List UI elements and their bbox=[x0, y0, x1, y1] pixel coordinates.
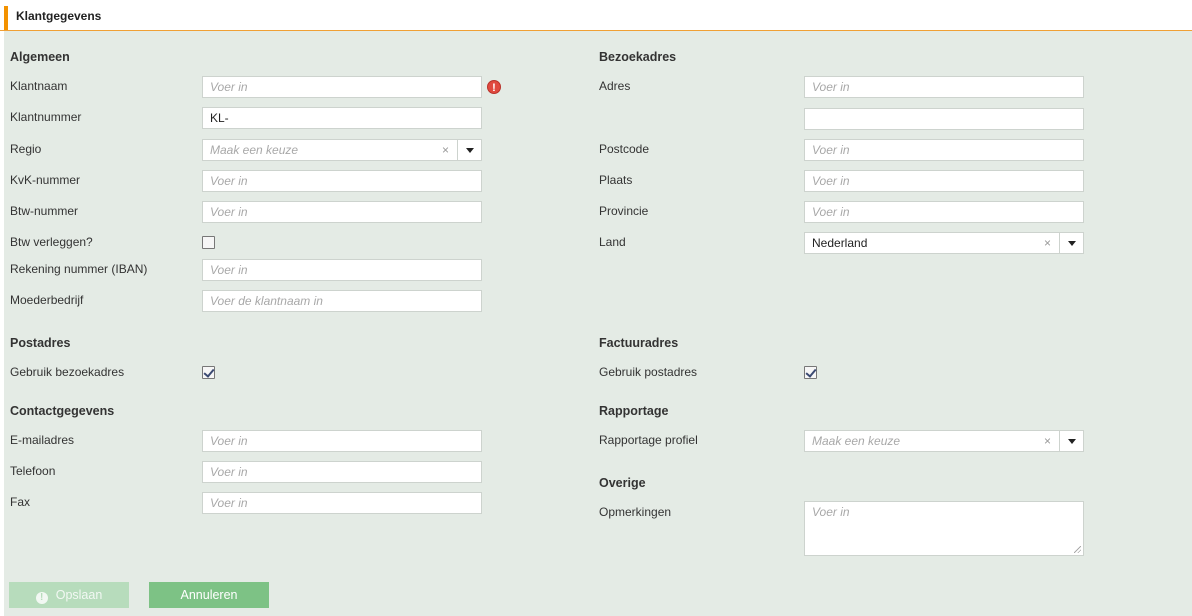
postcode-label: Postcode bbox=[599, 142, 650, 156]
land-label: Land bbox=[599, 235, 626, 249]
land-select-value: Nederland bbox=[812, 236, 868, 250]
error-icon: ! bbox=[487, 80, 501, 94]
gebruik-bezoekadres-checkbox[interactable] bbox=[202, 366, 215, 379]
klantnummer-input[interactable]: KL- bbox=[202, 107, 482, 129]
kvk-label: KvK-nummer bbox=[10, 173, 81, 187]
adres-input[interactable]: Voer in bbox=[804, 76, 1084, 98]
regio-label: Regio bbox=[10, 142, 42, 156]
email-input[interactable]: Voer in bbox=[202, 430, 482, 452]
provincie-label: Provincie bbox=[599, 204, 649, 218]
iban-input[interactable]: Voer in bbox=[202, 259, 482, 281]
regio-select-value: Maak een keuze bbox=[210, 143, 299, 157]
cancel-button[interactable]: Annuleren bbox=[149, 582, 269, 608]
regio-select[interactable]: Maak een keuze × bbox=[202, 139, 482, 161]
adres-line-2-input[interactable] bbox=[804, 108, 1084, 130]
btw-label: Btw-nummer bbox=[10, 204, 79, 218]
chevron-down-icon bbox=[1068, 439, 1076, 444]
header-accent-bar bbox=[4, 6, 8, 30]
btw-verleggen-label: Btw verleggen? bbox=[10, 235, 93, 249]
dropdown-toggle[interactable] bbox=[457, 140, 481, 160]
form-panel: Algemeen Klantnaam Voer in ! Klantnummer… bbox=[4, 31, 1192, 616]
resize-grip-icon[interactable] bbox=[1074, 546, 1081, 553]
error-icon: ! bbox=[35, 592, 48, 604]
gebruik-bezoekadres-label: Gebruik bezoekadres bbox=[10, 365, 125, 379]
email-label: E-mailadres bbox=[10, 433, 75, 447]
postcode-input[interactable]: Voer in bbox=[804, 139, 1084, 161]
save-button-label: Opslaan bbox=[55, 588, 103, 602]
kvk-input[interactable]: Voer in bbox=[202, 170, 482, 192]
opmerkingen-label: Opmerkingen bbox=[599, 505, 672, 519]
dropdown-toggle[interactable] bbox=[1059, 233, 1083, 253]
chevron-down-icon bbox=[466, 148, 474, 153]
section-title-rapportage: Rapportage bbox=[599, 404, 669, 418]
opmerkingen-placeholder: Voer in bbox=[812, 505, 850, 519]
telefoon-input[interactable]: Voer in bbox=[202, 461, 482, 483]
klantnaam-input[interactable]: Voer in bbox=[202, 76, 482, 98]
clear-icon[interactable]: × bbox=[1044, 236, 1051, 250]
iban-label: Rekening nummer (IBAN) bbox=[10, 262, 148, 276]
telefoon-label: Telefoon bbox=[10, 464, 56, 478]
page-title: Klantgegevens bbox=[16, 9, 102, 23]
moederbedrijf-input[interactable]: Voer de klantnaam in bbox=[202, 290, 482, 312]
panel-header: Klantgegevens bbox=[0, 0, 1192, 31]
btw-verleggen-checkbox[interactable] bbox=[202, 236, 215, 249]
plaats-input[interactable]: Voer in bbox=[804, 170, 1084, 192]
rapportage-profiel-select[interactable]: Maak een keuze × bbox=[804, 430, 1084, 452]
section-title-overige: Overige bbox=[599, 476, 646, 490]
clear-icon[interactable]: × bbox=[1044, 434, 1051, 448]
rapportage-profiel-select-value: Maak een keuze bbox=[812, 434, 901, 448]
section-title-bezoekadres: Bezoekadres bbox=[599, 50, 677, 64]
moederbedrijf-label: Moederbedrijf bbox=[10, 293, 84, 307]
fax-input[interactable]: Voer in bbox=[202, 492, 482, 514]
section-title-postadres: Postadres bbox=[10, 336, 71, 350]
provincie-input[interactable]: Voer in bbox=[804, 201, 1084, 223]
dropdown-toggle[interactable] bbox=[1059, 431, 1083, 451]
section-title-algemeen: Algemeen bbox=[10, 50, 70, 64]
save-button[interactable]: ! Opslaan bbox=[9, 582, 129, 608]
land-select[interactable]: Nederland × bbox=[804, 232, 1084, 254]
plaats-label: Plaats bbox=[599, 173, 633, 187]
gebruik-postadres-checkbox[interactable] bbox=[804, 366, 817, 379]
klantnaam-label: Klantnaam bbox=[10, 79, 68, 93]
btw-input[interactable]: Voer in bbox=[202, 201, 482, 223]
gebruik-postadres-label: Gebruik postadres bbox=[599, 365, 698, 379]
section-title-factuuradres: Factuuradres bbox=[599, 336, 679, 350]
section-title-contactgegevens: Contactgegevens bbox=[10, 404, 115, 418]
clear-icon[interactable]: × bbox=[442, 143, 449, 157]
chevron-down-icon bbox=[1068, 241, 1076, 246]
adres-label: Adres bbox=[599, 79, 631, 93]
opmerkingen-textarea[interactable]: Voer in bbox=[804, 501, 1084, 556]
klantnummer-label: Klantnummer bbox=[10, 110, 82, 124]
rapportage-profiel-label: Rapportage profiel bbox=[599, 433, 698, 447]
fax-label: Fax bbox=[10, 495, 31, 509]
